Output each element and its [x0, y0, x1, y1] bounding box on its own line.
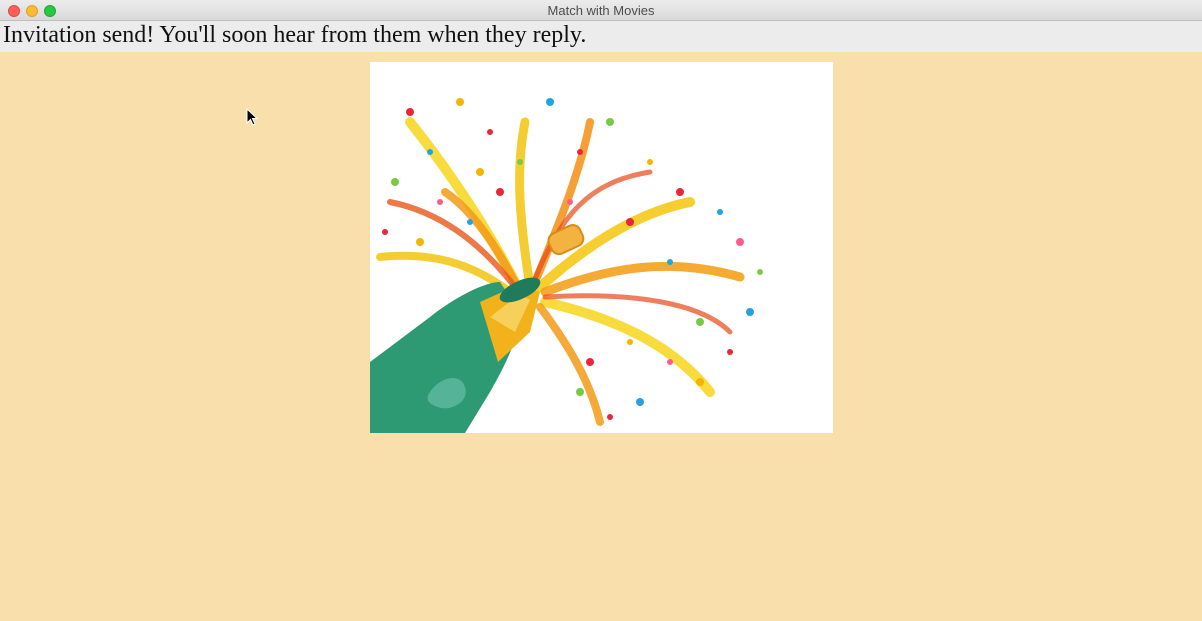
- message-bar: Invitation send! You'll soon hear from t…: [0, 21, 1202, 52]
- window-titlebar[interactable]: Match with Movies: [0, 0, 1202, 21]
- app-window: Match with Movies Invitation send! You'l…: [0, 0, 1202, 621]
- invitation-sent-message: Invitation send! You'll soon hear from t…: [3, 22, 587, 48]
- mouse-pointer-icon: [246, 108, 258, 126]
- celebration-image: [370, 62, 833, 433]
- window-title: Match with Movies: [547, 3, 655, 18]
- champagne-bottle-illustration: [370, 62, 833, 433]
